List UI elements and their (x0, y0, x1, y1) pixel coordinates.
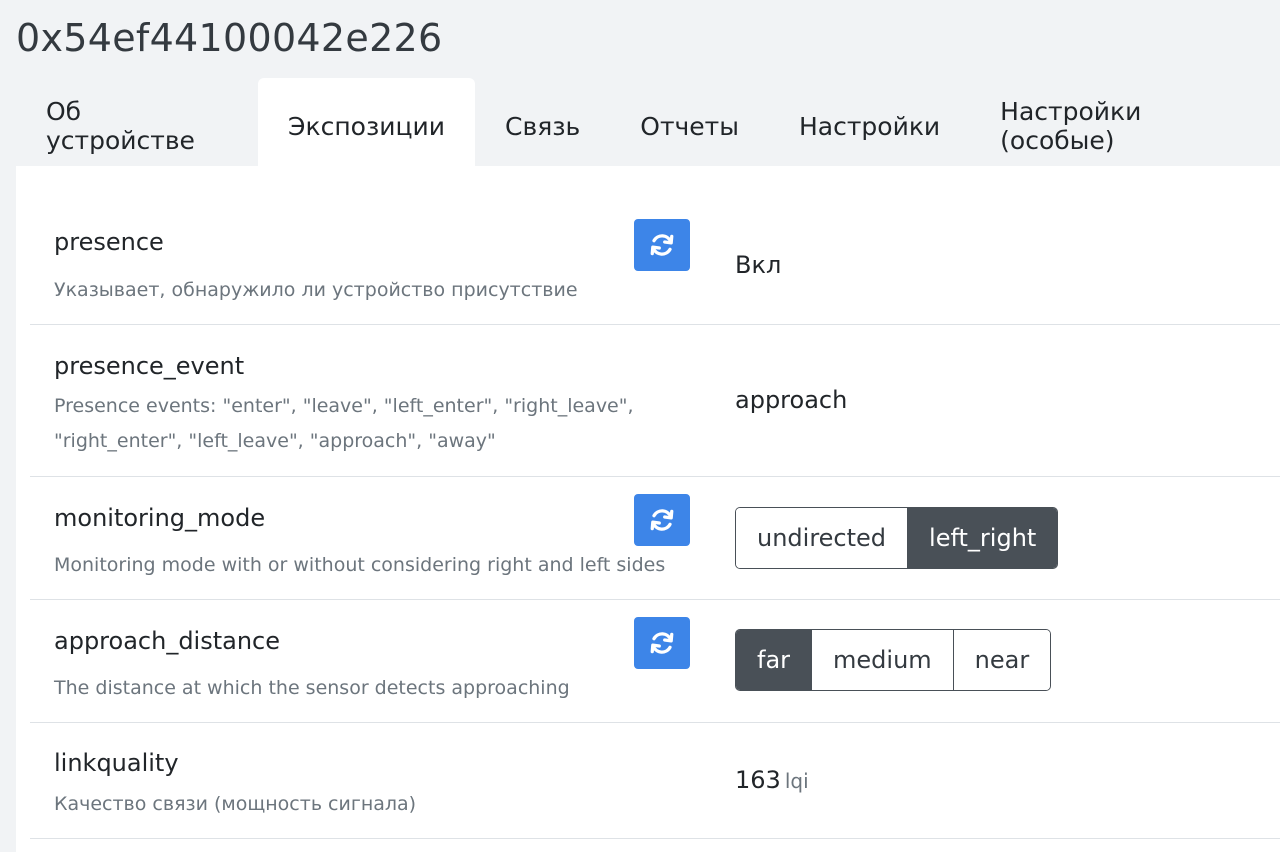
expose-row-approach-distance: approach_distance The distance at which … (30, 600, 1280, 723)
option-far[interactable]: far (736, 630, 812, 690)
option-left-right[interactable]: left_right (907, 508, 1058, 568)
refresh-button[interactable] (634, 617, 690, 669)
expose-description: Указывает, обнаружило ли устройство прис… (54, 279, 578, 301)
approach-distance-selector: far medium near (735, 629, 1052, 691)
expose-row-presence: presence Указывает, обнаружило ли устрой… (30, 194, 1280, 325)
expose-description: Presence events: "enter", "leave", "left… (54, 389, 694, 459)
option-near[interactable]: near (952, 630, 1051, 690)
expose-value: approach (735, 386, 848, 414)
tab-about[interactable]: Об устройстве (16, 78, 258, 166)
refresh-icon (650, 509, 674, 531)
expose-description-line: Presence events: "enter", "leave", "left… (54, 395, 634, 417)
expose-description: The distance at which the sensor detects… (54, 677, 570, 699)
expose-name: presence (54, 228, 164, 256)
expose-name: approach_distance (54, 627, 281, 655)
tab-bar: Об устройстве Экспозиции Связь Отчеты На… (16, 78, 1280, 166)
expose-value: Вкл (735, 251, 782, 279)
tab-settings[interactable]: Настройки (769, 78, 970, 166)
tab-bind[interactable]: Связь (475, 78, 610, 166)
expose-description: Monitoring mode with or without consider… (54, 554, 666, 576)
linkquality-value: 163 (735, 766, 781, 794)
expose-row-monitoring-mode: monitoring_mode Monitoring mode with or … (30, 477, 1280, 600)
expose-description-line: "right_enter", "left_leave", "approach",… (54, 430, 496, 452)
refresh-icon (650, 234, 674, 256)
option-undirected[interactable]: undirected (736, 508, 908, 568)
expose-name: monitoring_mode (54, 504, 266, 532)
tab-settings-specific[interactable]: Настройки (особые) (970, 78, 1280, 166)
refresh-icon (650, 632, 674, 654)
expose-name: linkquality (54, 749, 179, 777)
expose-value: 163 lqi (735, 766, 809, 794)
expose-description: Качество связи (мощность сигнала) (54, 793, 417, 815)
tab-exposes[interactable]: Экспозиции (258, 78, 476, 166)
option-medium[interactable]: medium (811, 630, 953, 690)
exposes-panel: presence Указывает, обнаружило ли устрой… (16, 166, 1280, 852)
expose-row-presence-event: presence_event Presence events: "enter",… (30, 325, 1280, 477)
tab-reporting[interactable]: Отчеты (610, 78, 769, 166)
expose-name: presence_event (54, 352, 245, 380)
refresh-button[interactable] (634, 494, 690, 546)
expose-row-linkquality: linkquality Качество связи (мощность сиг… (30, 723, 1280, 839)
monitoring-mode-selector: undirected left_right (735, 507, 1059, 569)
device-title: 0x54ef44100042e226 (16, 16, 443, 60)
linkquality-unit: lqi (784, 769, 809, 793)
refresh-button[interactable] (634, 219, 690, 271)
